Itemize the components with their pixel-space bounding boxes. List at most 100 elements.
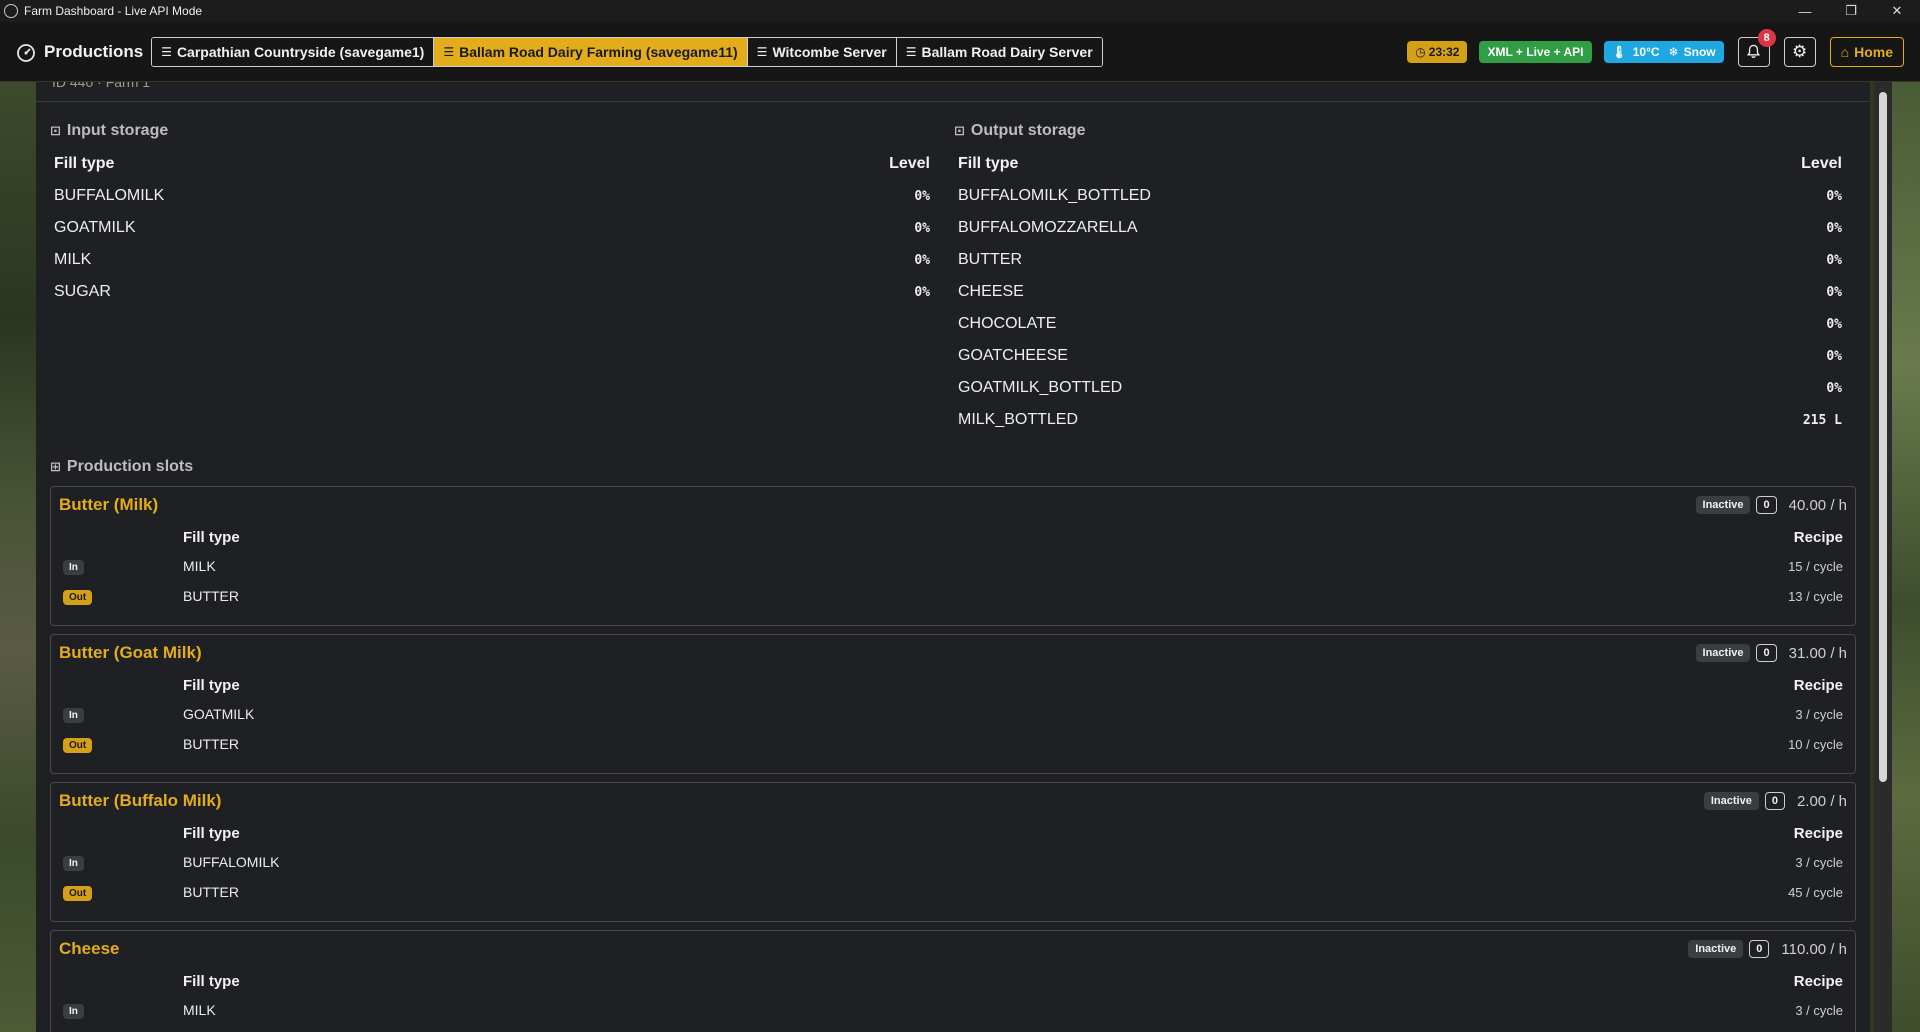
bell-icon (1747, 44, 1761, 58)
level: 215 L (1802, 412, 1842, 428)
recipe-amount: 15 / cycle (1788, 558, 1843, 574)
col-recipe: Recipe (1793, 528, 1843, 546)
minimize-button[interactable]: — (1782, 0, 1828, 22)
production-slots-title: ⊞ Production slots (50, 454, 193, 480)
brand-label: Productions (44, 41, 144, 61)
production-slot-butter-milk: Butter (Milk) Inactive 0 40.00 / h Fill … (50, 486, 1856, 626)
production-rate: 110.00 / h (1781, 940, 1847, 958)
gauge-icon (17, 43, 35, 62)
production-slot-cheese: Cheese Inactive 0 110.00 / h Fill type Re… (50, 930, 1856, 1032)
brand[interactable]: Productions (16, 42, 143, 62)
tab-witcombe-server[interactable]: ☰ Witcombe Server (747, 37, 897, 66)
fill-type: BUFFALOMILK (54, 187, 165, 204)
output-badge: Out (63, 738, 93, 753)
fill-type: CHOCOLATE (958, 315, 1057, 332)
home-button[interactable]: ⌂ Home (1829, 36, 1904, 67)
tab-label: Ballam Road Dairy Farming (savegame11) (459, 43, 738, 60)
recipe-amount: 45 / cycle (1788, 884, 1843, 900)
slot-name: Butter (Milk) (59, 495, 159, 514)
fill-type: SUGAR (54, 283, 111, 300)
recipe-amount: 13 / cycle (1788, 588, 1843, 604)
box-arrow-out-icon: ⊡ (954, 123, 965, 138)
fill-type: GOATCHEESE (958, 347, 1068, 364)
page-scrollbar[interactable] (1874, 82, 1892, 1032)
weather-badge: 🌡︎ 10°C ❄ Snow (1603, 40, 1724, 63)
thermometer-icon: 🌡︎ (1611, 44, 1627, 59)
col-fill-type: Fill type (183, 528, 240, 546)
fill-type: MILK (183, 558, 216, 574)
table-row: In MILK 15 / cycle (51, 551, 1855, 581)
level: 0% (914, 220, 930, 236)
slot-header: Butter (Goat Milk) Inactive 0 31.00 / h (51, 635, 1855, 671)
slot-header: Cheese Inactive 0 110.00 / h (51, 931, 1855, 967)
col-fill-type: Fill type (183, 824, 240, 842)
table-row: BUFFALOMOZZARELLA 0% (954, 212, 1842, 244)
level: 0% (914, 252, 930, 268)
col-recipe: Recipe (1793, 824, 1843, 842)
slot-name: Cheese (59, 939, 120, 958)
tab-ballam-road-dairy-farming[interactable]: ☰ Ballam Road Dairy Farming (savegame11) (434, 37, 748, 66)
output-storage-label: Output storage (970, 122, 1086, 139)
notifications-button[interactable]: 8 (1737, 28, 1776, 67)
slot-table: Fill type Recipe In BUFFALOMILK 3 / cycle O… (51, 819, 1855, 907)
output-badge: Out (63, 886, 93, 901)
tab-label: Ballam Road Dairy Server (921, 43, 1093, 60)
table-row: MILK_BOTTLED 215 L (954, 404, 1842, 436)
production-rate: 31.00 / h (1788, 644, 1847, 662)
maximize-button[interactable]: ❐ (1828, 0, 1874, 22)
tab-label: Carpathian Countryside (savegame1) (176, 43, 425, 60)
level: 0% (1826, 380, 1842, 396)
status-badge: Inactive (1688, 940, 1744, 958)
house-icon: ⌂ (1840, 43, 1850, 60)
window-title-bar: Farm Dashboard - Live API Mode — ❐ ✕ (0, 0, 1920, 22)
input-storage: ⊡ Input storage Fill type Level BUFFALOM… (50, 118, 946, 438)
recipe-amount: 10 / cycle (1788, 736, 1843, 752)
storage-section: ⊡ Input storage Fill type Level BUFFALOM… (50, 118, 1842, 438)
slot-header: Butter (Buffalo Milk) Inactive 0 2.00 / … (51, 783, 1855, 819)
table-row: Out BUTTER 10 / cycle (51, 729, 1855, 759)
table-row: GOATCHEESE 0% (954, 340, 1842, 372)
input-badge: In (63, 856, 84, 871)
table-row: BUTTER 0% (954, 244, 1842, 276)
top-navbar: Productions ☰ Carpathian Countryside (sa… (0, 22, 1920, 82)
table-row: BUFFALOMILK_BOTTLED 0% (954, 180, 1842, 212)
input-badge: In (63, 708, 84, 723)
tab-carpathian-countryside[interactable]: ☰ Carpathian Countryside (savegame1) (152, 37, 435, 66)
table-row: CHOCOLATE 0% (954, 308, 1842, 340)
table-row: In BUFFALOMILK 3 / cycle (51, 847, 1855, 877)
scrollbar-thumb[interactable] (1879, 92, 1887, 782)
close-button[interactable]: ✕ (1874, 0, 1920, 22)
input-storage-table: Fill type Level BUFFALOMILK 0% GOATMILK 0%… (50, 148, 930, 308)
table-header-row: Fill type Recipe (51, 671, 1855, 699)
clock-icon: ◷ (1415, 44, 1426, 59)
production-slots-label: Production slots (66, 458, 194, 475)
level: 0% (914, 188, 930, 204)
slot-table: Fill type Recipe In GOATMILK 3 / cycle Out B… (51, 671, 1855, 759)
slot-meta: Inactive 0 2.00 / h (1703, 792, 1847, 810)
status-badge: Inactive (1703, 792, 1759, 810)
box-arrow-in-icon: ⊡ (50, 123, 61, 138)
input-badge: In (63, 1004, 84, 1019)
settings-button[interactable]: ⚙ (1783, 36, 1816, 67)
slot-meta: Inactive 0 110.00 / h (1688, 940, 1847, 958)
fill-type: BUFFALOMILK_BOTTLED (958, 187, 1151, 204)
table-row: MILK 0% (50, 244, 930, 276)
sliders-icon: ☰ (161, 44, 172, 59)
window-controls: — ❐ ✕ (1782, 0, 1920, 22)
table-row: In MILK 3 / cycle (51, 995, 1855, 1025)
slot-name: Butter (Goat Milk) (59, 643, 202, 662)
table-header-row: Fill type Level (50, 148, 930, 180)
col-fill-type: Fill type (54, 155, 115, 172)
output-badge: Out (63, 590, 93, 605)
col-level: Level (889, 155, 930, 172)
table-header-row: Fill type Level (954, 148, 1842, 180)
sliders-icon: ☰ (443, 44, 455, 59)
weather-temp: 10°C (1632, 44, 1660, 59)
weather-condition: Snow (1683, 44, 1716, 59)
sliders-icon: ☰ (756, 44, 768, 59)
fill-type: BUFFALOMILK (183, 854, 280, 870)
input-storage-label: Input storage (66, 122, 169, 139)
fill-type: BUTTER (183, 736, 239, 752)
input-badge: In (63, 560, 84, 575)
tab-ballam-road-dairy-server[interactable]: ☰ Ballam Road Dairy Server (896, 37, 1102, 66)
